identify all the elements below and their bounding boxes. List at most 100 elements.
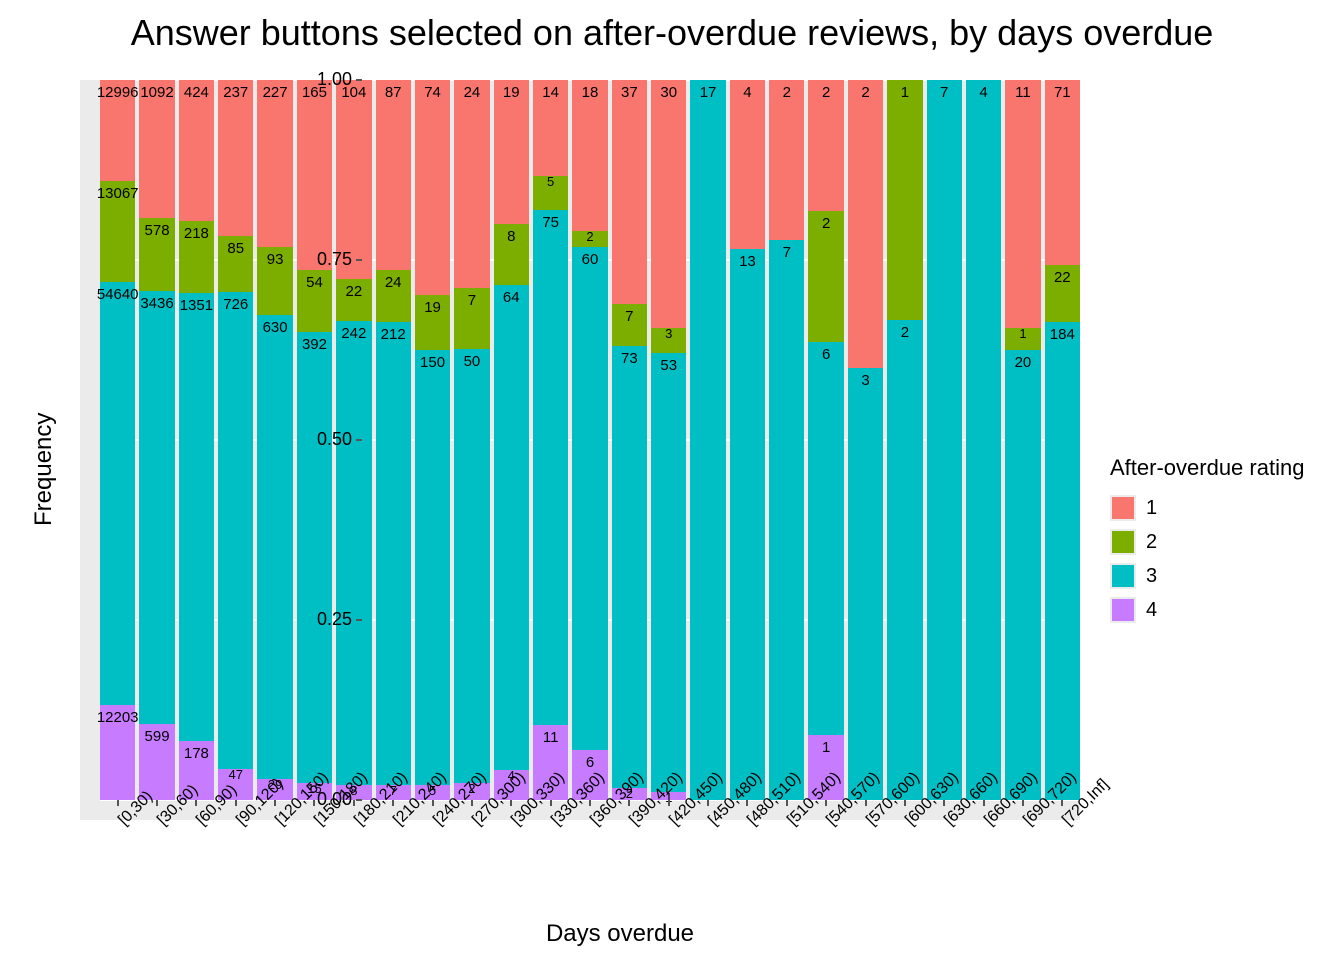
bar-segment-label: 7 [783, 244, 791, 261]
bar-segment-rating-3: 64 [494, 285, 529, 770]
bar-segment-label: 2 [822, 215, 830, 232]
bar-segment-rating-1: 11 [1005, 80, 1040, 328]
bar: 413 [730, 80, 765, 800]
bar-segment-label: 13067 [97, 185, 139, 202]
bar-segment-label: 19 [503, 84, 520, 101]
bar-segment-rating-1: 237 [218, 80, 253, 236]
x-tick-mark [707, 800, 709, 806]
bar-segment-label: 47 [229, 767, 243, 782]
bar-segment-label: 1 [1019, 326, 1026, 341]
bar-segment-rating-1: 30 [651, 80, 686, 328]
bar-segment-rating-3: 4 [966, 80, 1001, 800]
x-tick-mark [1022, 800, 1024, 806]
x-tick-label: [480,510) [745, 814, 761, 830]
bar-segment-rating-1: 12996 [100, 80, 135, 181]
bar-segment-rating-3: 184 [1045, 322, 1080, 800]
bar: 23 [848, 80, 883, 800]
x-tick-mark [825, 800, 827, 806]
x-tick-label: [420,450) [666, 814, 682, 830]
y-axis-label: Frequency [30, 413, 58, 526]
bar-segment-label: 6 [822, 346, 830, 363]
bar-segment-label: 3 [861, 372, 869, 389]
x-tick-label: [90,120) [233, 814, 249, 830]
bar-segment-rating-3: 75 [533, 210, 568, 724]
bar-segment-label: 1 [901, 84, 909, 101]
bar-segment-rating-3: 392 [297, 332, 332, 783]
bar-segment-label: 726 [223, 296, 248, 313]
bar-segment-label: 85 [227, 240, 244, 257]
x-tick-label: [150,180) [312, 814, 328, 830]
x-tick-label: [600,630) [902, 814, 918, 830]
bar: 247502 [454, 80, 489, 800]
x-tick-label: [630,660) [941, 814, 957, 830]
bar-segment-rating-1: 227 [257, 80, 292, 247]
x-tick-mark [668, 800, 670, 806]
bar-segment-label: 54 [306, 274, 323, 291]
legend-item: 4 [1110, 593, 1330, 627]
bar-segment-rating-3: 7 [927, 80, 962, 800]
bar-segment-label: 2 [861, 84, 869, 101]
x-tick-label: [0,30) [115, 814, 131, 830]
bar-segment-label: 74 [424, 84, 441, 101]
bar-segment-rating-2: 2 [572, 231, 607, 248]
x-tick-mark [589, 800, 591, 806]
bar-segment-label: 73 [621, 350, 638, 367]
legend-item: 1 [1110, 491, 1330, 525]
bar-segment-rating-2: 578 [139, 218, 174, 291]
bar-segment-rating-1: 74 [415, 80, 450, 295]
bar-segment-rating-2: 22 [336, 279, 371, 321]
x-tick-label: [690,720) [1020, 814, 1036, 830]
x-tick-mark [471, 800, 473, 806]
bar-segment-rating-3: 73 [612, 346, 647, 788]
x-tick-mark [195, 800, 197, 806]
chart-title: Answer buttons selected on after-overdue… [0, 12, 1344, 54]
x-tick-mark [235, 800, 237, 806]
bar-segment-label: 392 [302, 336, 327, 353]
legend-label: 1 [1146, 497, 1157, 520]
legend-key-bg [1110, 563, 1136, 589]
bar-segment-rating-3: 3 [848, 368, 883, 800]
x-axis-label: Days overdue [80, 920, 1160, 948]
bar: 7122184 [1045, 80, 1080, 800]
bar: 27 [769, 80, 804, 800]
x-tick-mark [510, 800, 512, 806]
bar-segment-label: 1 [822, 739, 830, 756]
bar-segment-rating-3: 50 [454, 349, 489, 783]
bar-segment-label: 37 [621, 84, 638, 101]
bar-segment-label: 93 [267, 251, 284, 268]
bar-segment-label: 630 [263, 319, 288, 336]
bar: 7 [927, 80, 962, 800]
bar-segment-label: 178 [184, 745, 209, 762]
x-tick-mark [904, 800, 906, 806]
bar-segment-label: 227 [263, 84, 288, 101]
bar: 2261 [808, 80, 843, 800]
legend-label: 2 [1146, 531, 1157, 554]
bar: 303531 [651, 80, 686, 800]
bar-segment-rating-1: 18 [572, 80, 607, 231]
bar: 182606 [572, 80, 607, 800]
bar-segment-label: 54640 [97, 286, 139, 303]
bar-segment-rating-3: 3436 [139, 291, 174, 725]
x-tick-label: [330,360) [548, 814, 564, 830]
bar: 4242181351178 [179, 80, 214, 800]
x-tick-mark [865, 800, 867, 806]
bars: 1299613067546401220310925783436599424218… [100, 80, 1080, 800]
legend-key-bg [1110, 529, 1136, 555]
legend-item: 2 [1110, 525, 1330, 559]
bar-segment-label: 64 [503, 289, 520, 306]
bar-segment-label: 11 [543, 729, 559, 746]
bar-segment-label: 50 [464, 353, 481, 370]
bar-segment-label: 24 [385, 274, 402, 291]
bar-segment-label: 71 [1054, 84, 1071, 101]
x-tick-label: [450,480) [705, 814, 721, 830]
bar-segment-rating-3: 20 [1005, 350, 1040, 800]
bar-segment-label: 12996 [97, 84, 139, 101]
bar-segment-label: 8 [507, 228, 515, 245]
bar-segment-rating-2: 3 [651, 328, 686, 353]
bar-segment-label: 1351 [180, 297, 213, 314]
x-tick-label: [390,420) [627, 814, 643, 830]
bar-segment-rating-3: 150 [415, 350, 450, 785]
bar-segment-label: 53 [660, 357, 677, 374]
bar-segment-rating-1: 37 [612, 80, 647, 304]
x-tick-label: [120,150) [272, 814, 288, 830]
